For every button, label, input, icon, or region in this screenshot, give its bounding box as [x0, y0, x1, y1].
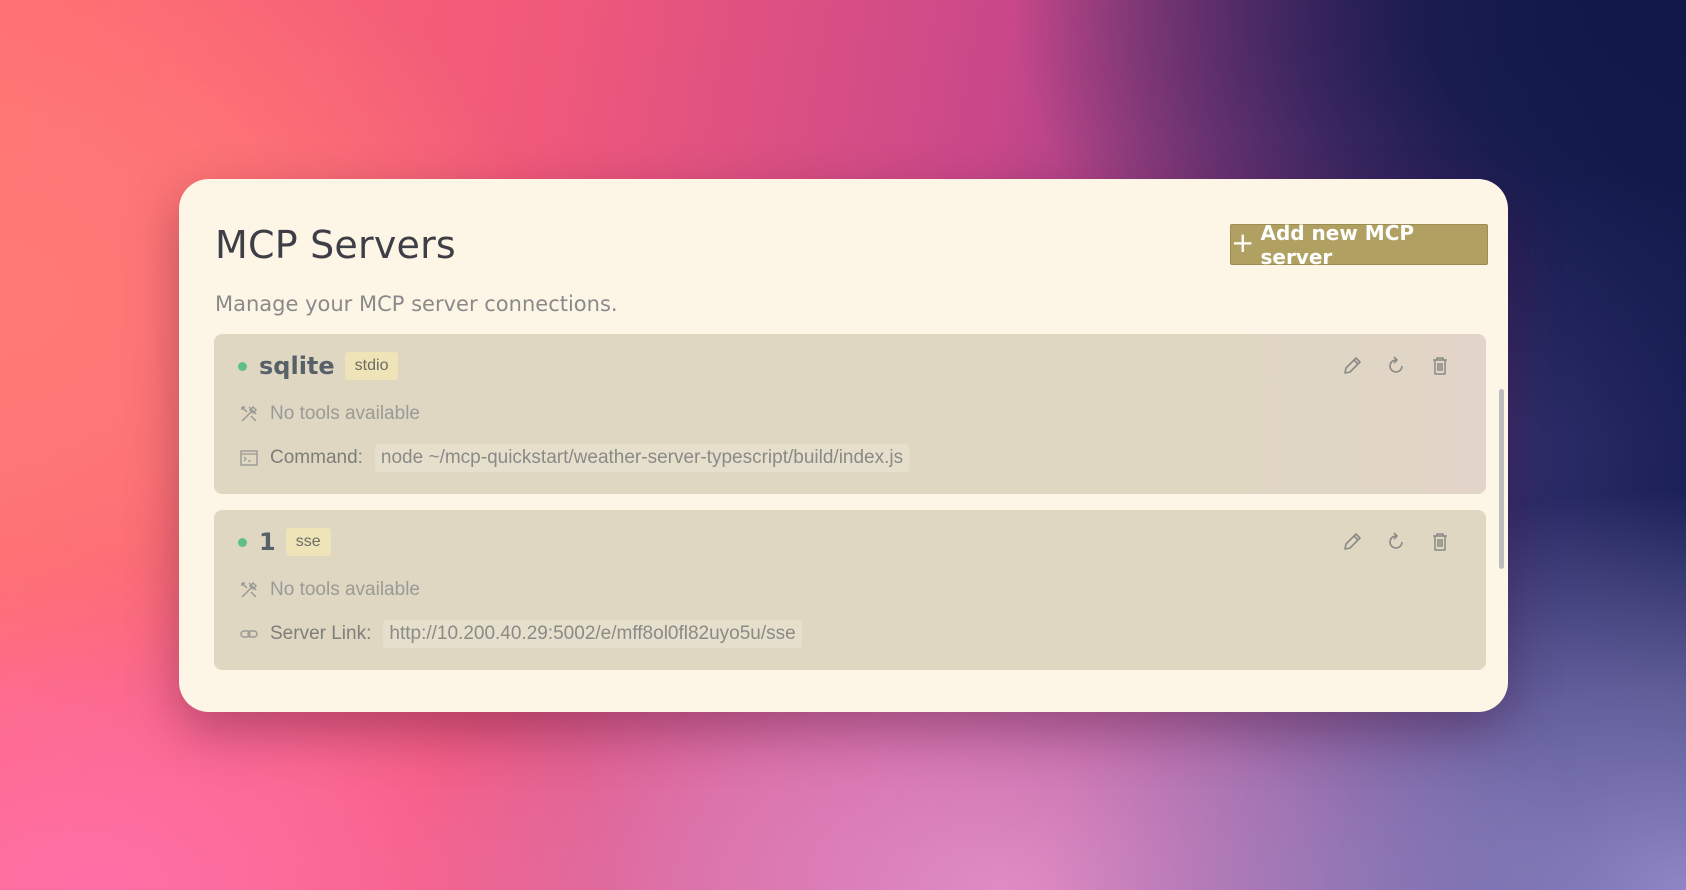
refresh-icon[interactable]	[1384, 530, 1408, 554]
scrollbar[interactable]	[1499, 389, 1504, 569]
trash-icon[interactable]	[1428, 530, 1452, 554]
tools-text: No tools available	[270, 579, 420, 600]
server-name: 1	[259, 528, 276, 556]
terminal-icon	[238, 447, 260, 469]
server-card-header: 1 sse	[238, 528, 331, 556]
command-row: Command: node ~/mcp-quickstart/weather-s…	[238, 444, 910, 472]
pencil-icon[interactable]	[1340, 530, 1364, 554]
server-type-badge: stdio	[344, 352, 399, 380]
refresh-icon[interactable]	[1384, 354, 1408, 378]
server-link-row: Server Link: http://10.200.40.29:5002/e/…	[238, 620, 802, 648]
server-name: sqlite	[259, 352, 335, 380]
tools-row: No tools available	[238, 579, 420, 601]
tools-icon	[238, 403, 260, 425]
server-link-label: Server Link:	[270, 623, 372, 644]
status-dot	[238, 361, 247, 371]
tools-text: No tools available	[270, 403, 420, 424]
server-type-badge: sse	[285, 528, 331, 556]
server-link-value[interactable]: http://10.200.40.29:5002/e/mff8ol0fl82uy…	[383, 620, 802, 648]
server-card: sqlite stdio No tools available Command:…	[214, 334, 1486, 494]
trash-icon[interactable]	[1428, 354, 1452, 378]
server-card-header: sqlite stdio	[238, 352, 399, 380]
server-card-actions	[1340, 530, 1452, 554]
server-card-actions	[1340, 354, 1452, 378]
server-card: 1 sse No tools available Server Link: ht…	[214, 510, 1486, 670]
add-mcp-server-button[interactable]: + Add new MCP server	[1230, 221, 1488, 269]
status-dot	[238, 537, 247, 547]
tools-icon	[238, 579, 260, 601]
page-title: MCP Servers	[215, 223, 456, 267]
mcp-servers-panel: MCP Servers Manage your MCP server conne…	[179, 179, 1508, 712]
pencil-icon[interactable]	[1340, 354, 1364, 378]
command-label: Command:	[270, 447, 363, 468]
page-subtitle: Manage your MCP server connections.	[215, 292, 618, 316]
tools-row: No tools available	[238, 403, 420, 425]
plus-icon: +	[1231, 226, 1255, 259]
add-button-label: Add new MCP server	[1260, 220, 1415, 269]
command-value: node ~/mcp-quickstart/weather-server-typ…	[374, 444, 910, 472]
link-icon	[238, 623, 260, 645]
